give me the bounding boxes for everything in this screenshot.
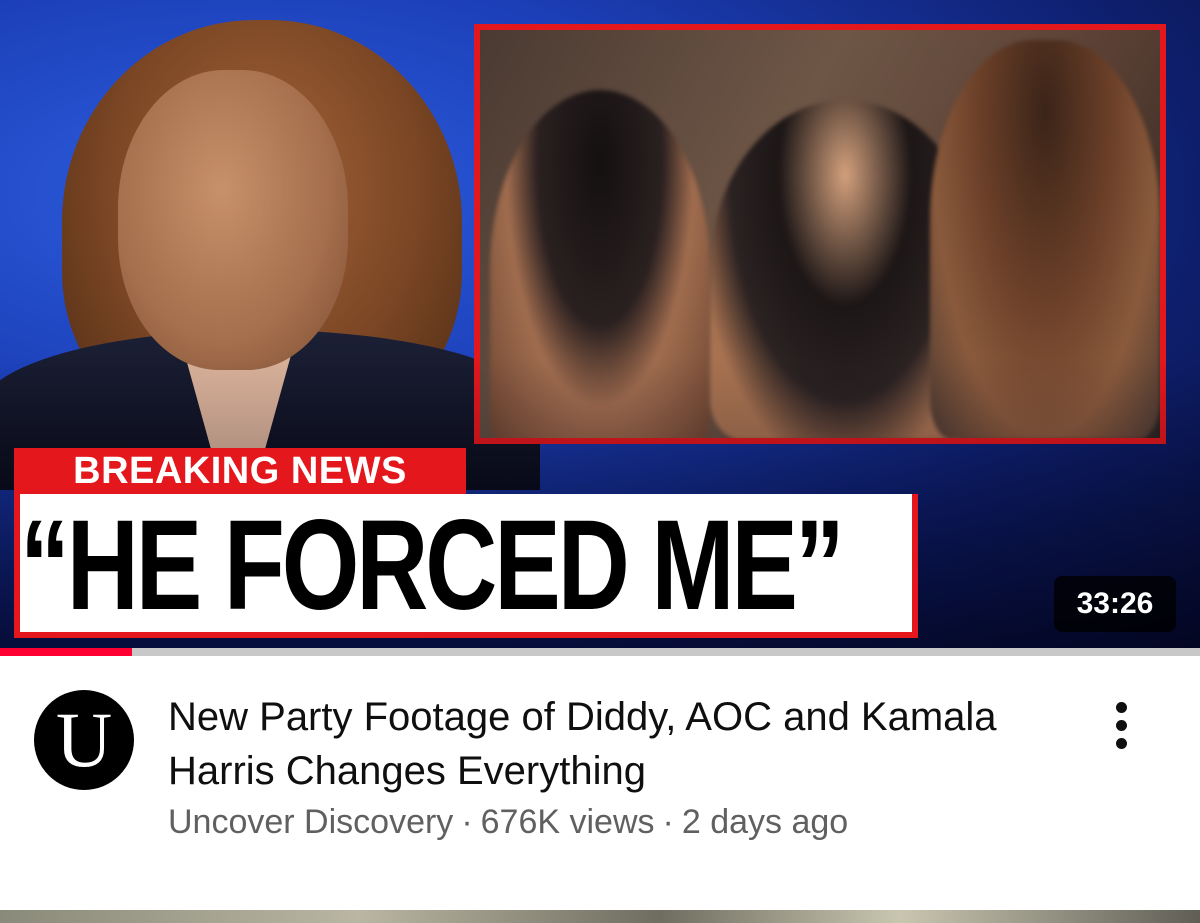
next-video-thumbnail[interactable]: [0, 910, 1200, 923]
channel-name[interactable]: Uncover Discovery: [168, 803, 453, 841]
more-vert-icon[interactable]: [1102, 698, 1142, 754]
meta-separator: ·: [461, 803, 473, 841]
view-count: 676K views: [480, 803, 655, 841]
watch-progress-bar: [0, 648, 1200, 656]
channel-avatar[interactable]: U: [34, 690, 134, 790]
thumbnail-headline: “HE FORCED ME”: [20, 494, 845, 637]
video-title[interactable]: New Party Footage of Diddy, AOC and Kama…: [168, 690, 1028, 798]
watch-progress-fill: [0, 648, 132, 656]
video-metadata: Uncover Discovery · 676K views · 2 days ago: [168, 798, 1068, 846]
video-thumbnail[interactable]: BREAKING NEWS “HE FORCED ME” 33:26: [0, 0, 1200, 648]
meta-separator: ·: [662, 803, 674, 841]
breaking-news-banner: BREAKING NEWS: [14, 448, 466, 494]
duration-badge: 33:26: [1054, 576, 1176, 632]
upload-age: 2 days ago: [681, 803, 849, 841]
